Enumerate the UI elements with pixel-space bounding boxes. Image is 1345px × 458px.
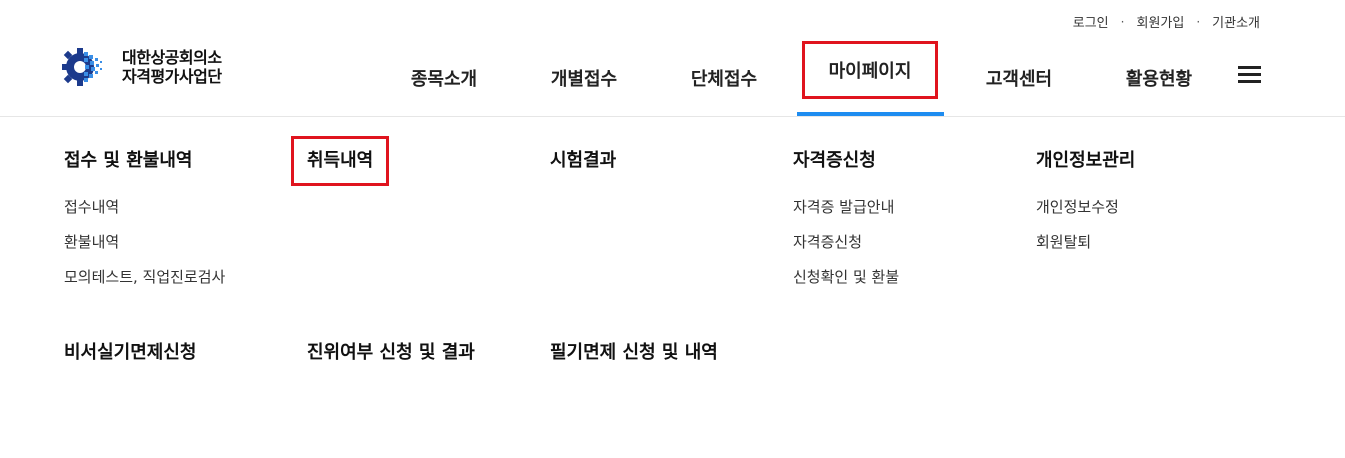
menu-column-authenticity: 진위여부 신청 및 결과 (307, 338, 475, 368)
submenu-item-refund-history[interactable]: 환불내역 (64, 231, 225, 266)
menu-title-acquisition-history[interactable]: 취득내역 (291, 136, 390, 186)
menu-column-certificate: 자격증신청 자격증 발급안내 자격증신청 신청확인 및 환불 (793, 146, 899, 301)
submenu-list: 접수내역 환불내역 모의테스트, 직업진로검사 (64, 196, 225, 301)
separator: · (1120, 14, 1125, 29)
nav-item-customer-center[interactable]: 고객센터 (971, 40, 1067, 116)
menu-title-apply-refund[interactable]: 접수 및 환불내역 (64, 146, 225, 176)
hamburger-menu-icon[interactable] (1238, 66, 1261, 84)
menu-column-personal-info: 개인정보관리 개인정보수정 회원탈퇴 (1036, 146, 1135, 266)
nav-item-individual-apply[interactable]: 개별접수 (536, 40, 632, 116)
menu-title-written-exemption[interactable]: 필기면제 신청 및 내역 (550, 338, 718, 368)
nav-item-group-apply[interactable]: 단체접수 (676, 40, 772, 116)
about-link[interactable]: 기관소개 (1212, 12, 1260, 31)
submenu-list: 개인정보수정 회원탈퇴 (1036, 196, 1135, 266)
menu-title-exam-result[interactable]: 시험결과 (550, 146, 616, 176)
utility-nav: 로그인 · 회원가입 · 기관소개 (1073, 12, 1260, 32)
menu-column-written-exemption: 필기면제 신청 및 내역 (550, 338, 718, 368)
separator: · (1196, 14, 1201, 29)
nav-item-usage-status[interactable]: 활용현황 (1111, 40, 1207, 116)
signup-link[interactable]: 회원가입 (1136, 12, 1184, 31)
submenu-item-withdraw[interactable]: 회원탈퇴 (1036, 231, 1135, 266)
menu-title-personal-info[interactable]: 개인정보관리 (1036, 146, 1135, 176)
menu-title-certificate-apply[interactable]: 자격증신청 (793, 146, 899, 176)
menu-title-authenticity[interactable]: 진위여부 신청 및 결과 (307, 338, 475, 368)
submenu-item-apply-check-refund[interactable]: 신청확인 및 환불 (793, 266, 899, 301)
main-nav: 종목소개 개별접수 단체접수 마이페이지 고객센터 활용현황 (0, 40, 1345, 116)
submenu-item-apply-history[interactable]: 접수내역 (64, 196, 225, 231)
nav-item-mypage[interactable]: 마이페이지 (802, 41, 938, 99)
nav-item-subjects[interactable]: 종목소개 (396, 40, 492, 116)
submenu-item-mock-test[interactable]: 모의테스트, 직업진로검사 (64, 266, 225, 301)
menu-column-acquisition: 취득내역 (291, 136, 390, 186)
menu-title-secretary-exemption[interactable]: 비서실기면제신청 (64, 338, 196, 368)
menu-column-secretary-exemption: 비서실기면제신청 (64, 338, 196, 368)
header-divider (0, 116, 1345, 117)
menu-column-exam-result: 시험결과 (550, 146, 616, 176)
submenu-item-certificate-apply[interactable]: 자격증신청 (793, 231, 899, 266)
page: 로그인 · 회원가입 · 기관소개 대한상공회의소 자격평가사업단 종목소개 개… (0, 0, 1345, 458)
submenu-item-certificate-guide[interactable]: 자격증 발급안내 (793, 196, 899, 231)
menu-column-apply-refund: 접수 및 환불내역 접수내역 환불내역 모의테스트, 직업진로검사 (64, 146, 225, 301)
submenu-list: 자격증 발급안내 자격증신청 신청확인 및 환불 (793, 196, 899, 301)
submenu-item-edit-profile[interactable]: 개인정보수정 (1036, 196, 1135, 231)
login-link[interactable]: 로그인 (1073, 12, 1109, 31)
